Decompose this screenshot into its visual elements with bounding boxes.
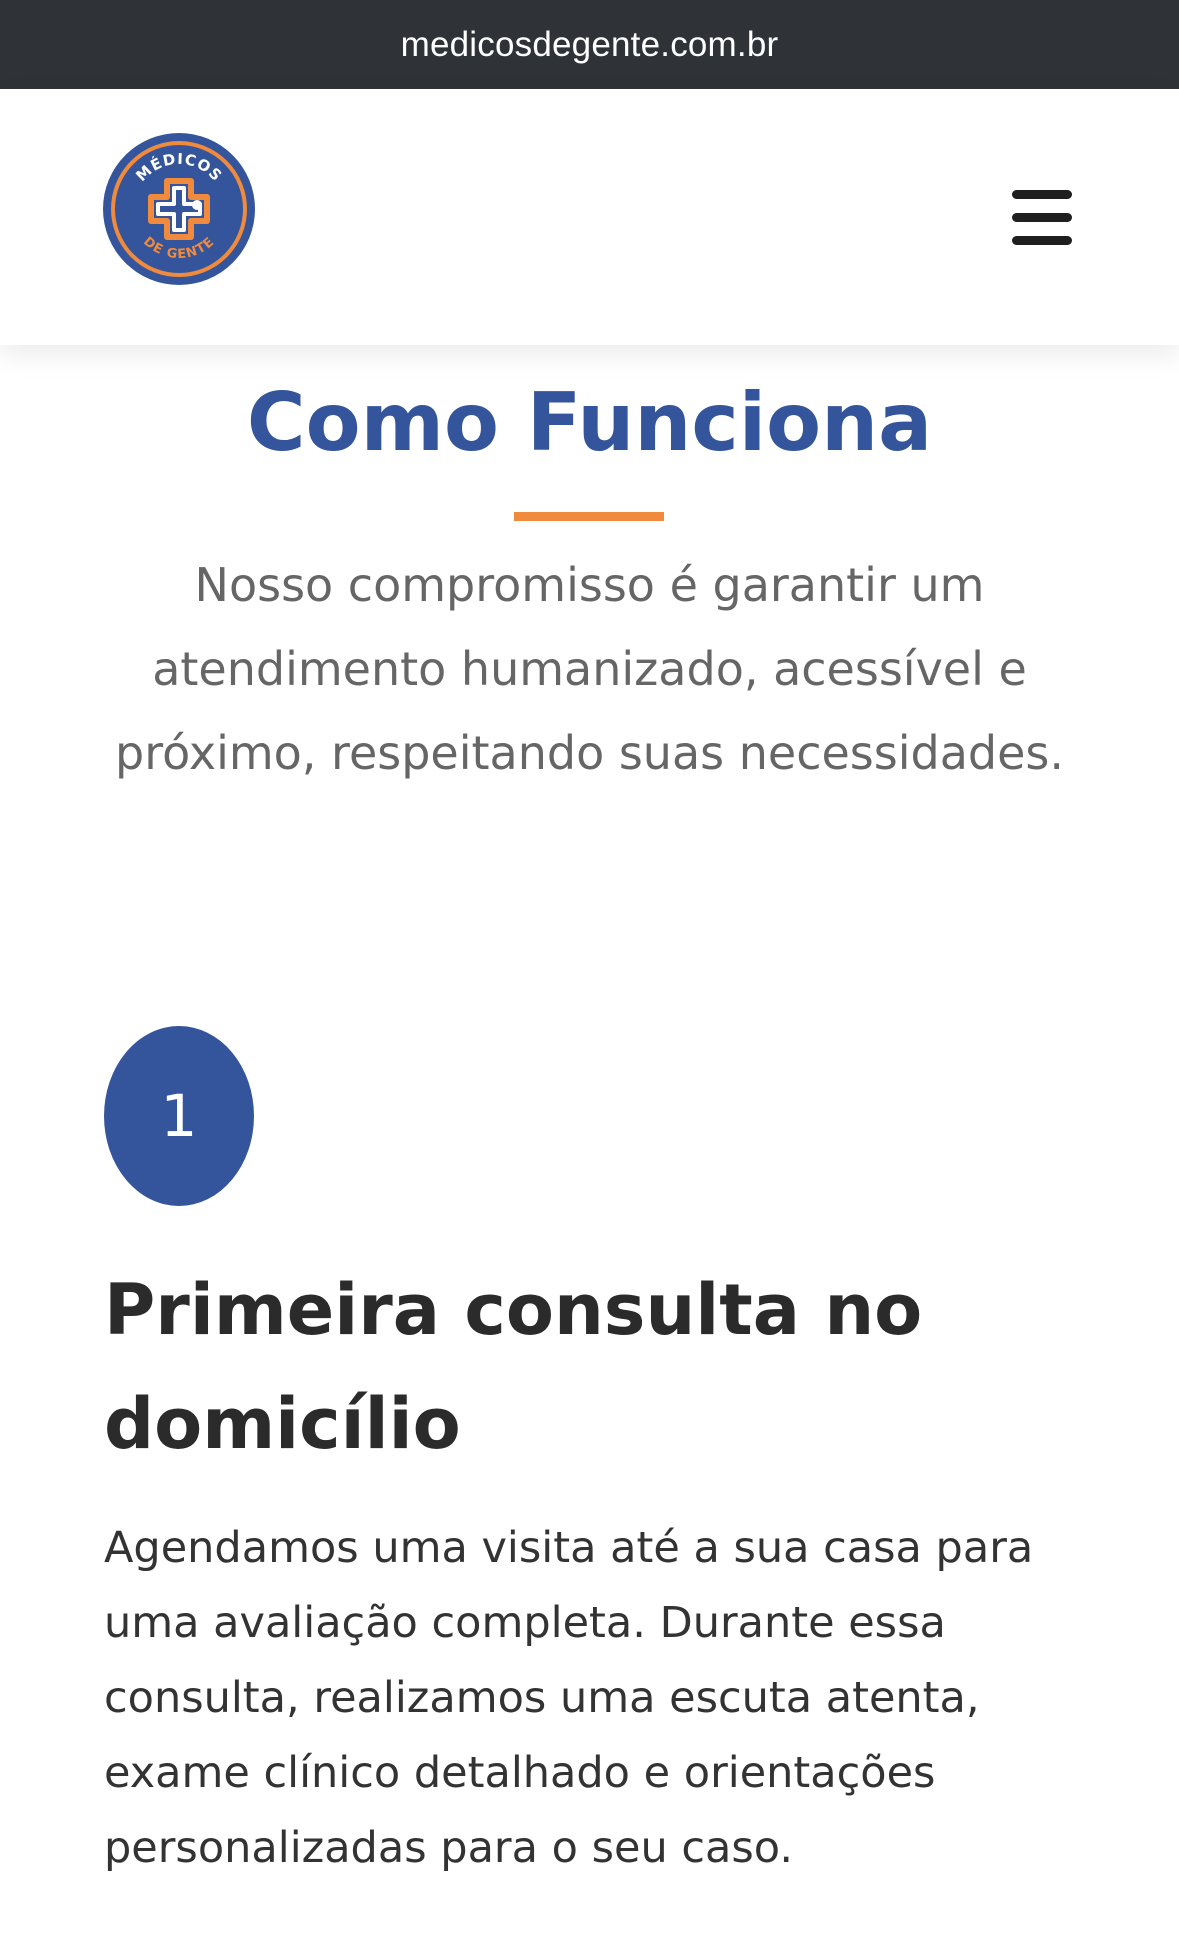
step-number: 1 [160, 1082, 198, 1150]
url-text: medicosdegente.com.br [400, 24, 779, 64]
menu-bar [1012, 190, 1072, 199]
hamburger-menu-icon[interactable] [1004, 187, 1076, 251]
site-header: MÉDICOS DE GENTE [0, 89, 1179, 345]
step-title: Primeira consulta no domicílio [104, 1269, 923, 1465]
step-number-badge: 1 [104, 1026, 254, 1206]
section-intro: Nosso compromisso é garantir um atendime… [115, 558, 1064, 780]
browser-url-bar[interactable]: medicosdegente.com.br [0, 0, 1179, 89]
site-logo[interactable]: MÉDICOS DE GENTE [103, 133, 255, 285]
menu-bar [1012, 213, 1072, 222]
step-description: Agendamos uma visita até a sua casa para… [104, 1523, 1034, 1873]
menu-bar [1012, 236, 1072, 245]
title-underline [514, 512, 664, 521]
medical-cross-logo-icon: MÉDICOS DE GENTE [103, 133, 255, 285]
section-title: Como Funciona [246, 376, 933, 469]
